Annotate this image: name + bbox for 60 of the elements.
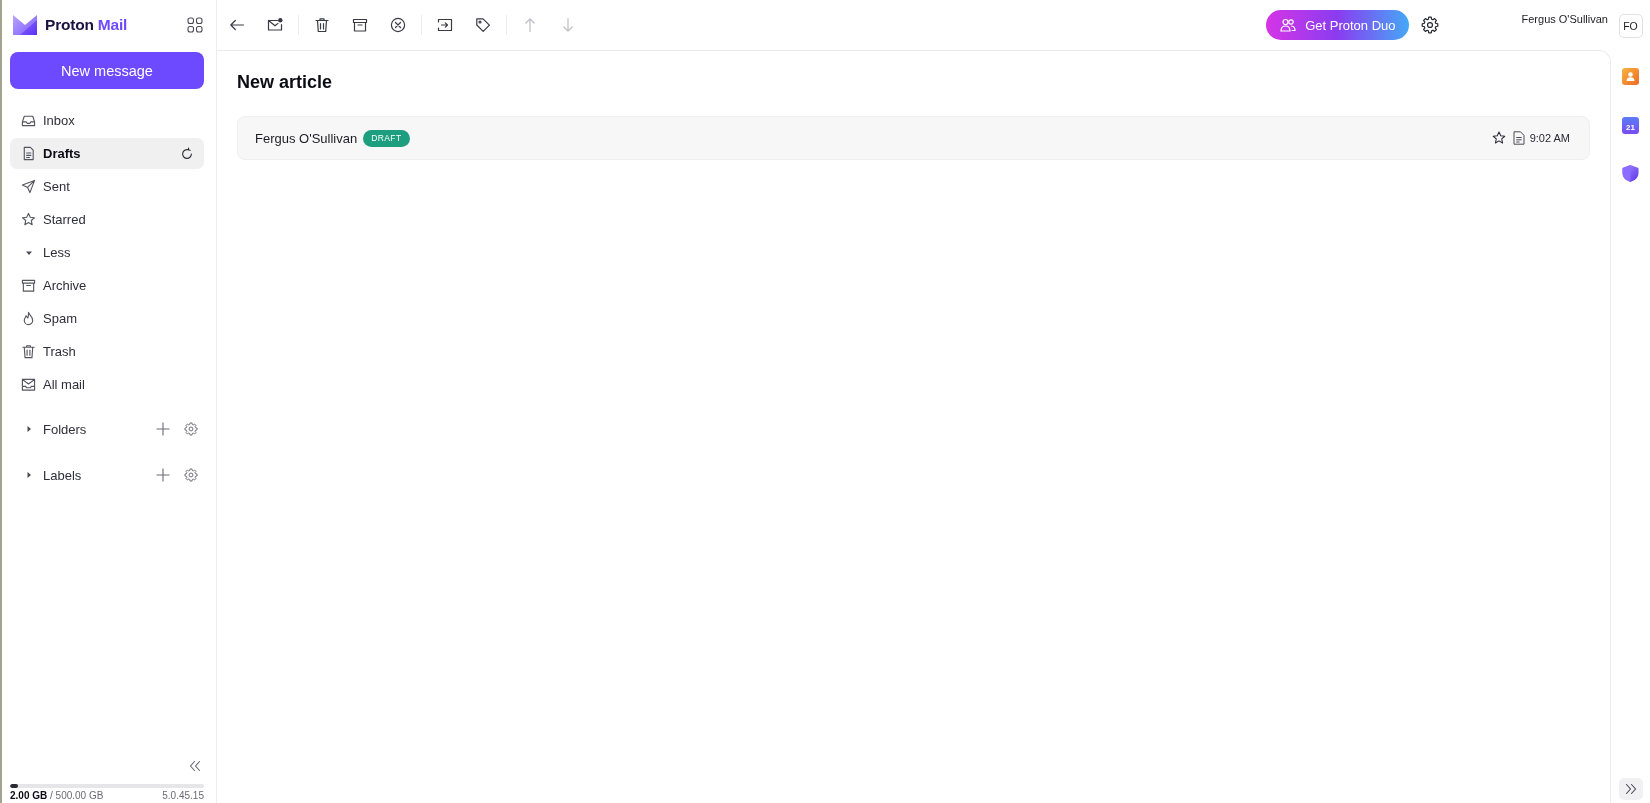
tray-arrow-icon	[437, 17, 453, 33]
star-icon	[21, 212, 36, 227]
settings-icon	[1420, 16, 1439, 34]
star-icon[interactable]	[1491, 131, 1506, 145]
status-badge: DRAFT	[363, 129, 410, 147]
user-avatar[interactable]: FO	[1618, 14, 1643, 38]
arrow-left-icon	[229, 17, 245, 33]
shield-app-button[interactable]	[1622, 165, 1639, 182]
section-toggle[interactable]: Labels	[21, 460, 152, 490]
plus-icon	[156, 422, 170, 436]
tag-icon	[475, 17, 491, 33]
people-icon	[1280, 17, 1297, 33]
arrow-down-icon	[560, 17, 576, 33]
less-toggle[interactable]: Less	[10, 237, 204, 268]
settings-icon	[184, 468, 198, 482]
sender-name: Fergus O'Sullivan	[255, 130, 358, 146]
sidebar-item[interactable]: Inbox	[10, 105, 204, 136]
sidebar-item[interactable]: Starred	[10, 204, 204, 235]
trash-icon	[21, 344, 36, 359]
app-version: 5.0.45.15	[162, 790, 204, 802]
document-icon	[1512, 131, 1525, 145]
envelope-dot-icon	[267, 17, 283, 33]
sidebar-item[interactable]: Archive	[10, 270, 204, 301]
plus-icon	[156, 468, 170, 482]
apps-grid-icon	[187, 17, 203, 33]
sidebar-item[interactable]: Sent	[10, 171, 204, 202]
logo-icon	[13, 15, 37, 35]
sidebar-item[interactable]: Drafts	[10, 138, 204, 169]
shield-icon	[1622, 165, 1639, 182]
message-time: 9:02 AM	[1529, 132, 1570, 144]
arrow-up-icon	[522, 17, 538, 33]
envelope-tray-icon	[21, 377, 36, 392]
get-proton-duo-button[interactable]: Get Proton Duo	[1266, 10, 1409, 40]
user-name: Fergus O'Sullivan	[1521, 13, 1608, 25]
new-message-button[interactable]: New message	[10, 52, 204, 89]
sidebar-item[interactable]: Spam	[10, 303, 204, 334]
logo-wordmark: Proton Mail	[45, 16, 128, 34]
paper-plane-icon	[21, 179, 36, 194]
sidebar-item[interactable]: All mail	[10, 369, 204, 400]
trash-icon	[314, 17, 330, 33]
contacts-icon	[1622, 68, 1639, 85]
contacts-button[interactable]	[1622, 68, 1639, 85]
sidebar-item[interactable]: Trash	[10, 336, 204, 367]
double-chevron-left-icon	[189, 760, 201, 772]
apps-button[interactable]	[184, 14, 206, 36]
settings-icon	[184, 422, 198, 436]
message-row[interactable]: Fergus O'Sullivan DRAFT 9:02 AM	[237, 116, 1590, 160]
document-icon	[21, 146, 36, 161]
archive-box-icon	[21, 278, 36, 293]
conversation-title: New article	[237, 71, 334, 94]
section-toggle[interactable]: Folders	[21, 414, 152, 444]
refresh-icon	[180, 146, 194, 161]
calendar-button[interactable]: 21	[1622, 117, 1639, 134]
storage-usage: 2.00 GB / 500.00 GB	[10, 790, 104, 802]
expand-rail-button[interactable]	[1618, 778, 1643, 800]
double-chevron-right-icon	[1624, 783, 1637, 795]
x-circle-icon	[390, 17, 406, 33]
archive-box-icon	[352, 17, 368, 33]
flame-icon	[21, 311, 36, 326]
inbox-icon	[21, 113, 36, 128]
